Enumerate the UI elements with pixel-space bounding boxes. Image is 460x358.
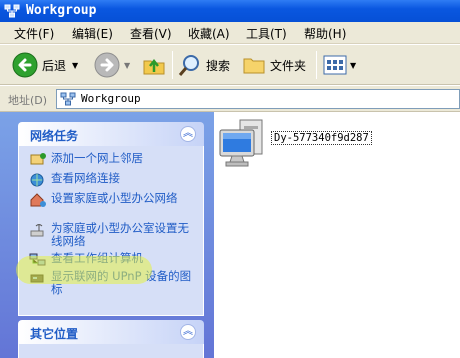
folder-icon — [243, 58, 265, 74]
menu-tools[interactable]: 工具(T) — [246, 25, 287, 42]
task-label: 查看网络连接 — [51, 171, 120, 185]
views-icon — [323, 55, 347, 75]
search-label: 搜索 — [206, 58, 231, 73]
menu-view[interactable]: 查看(V) — [130, 25, 172, 42]
network-icon — [60, 92, 76, 106]
other-places-title: 其它位置 — [30, 327, 79, 341]
address-bar: 地址(D) Workgroup — [0, 86, 460, 112]
content-area: Dy-577340f9d287 — [214, 112, 460, 358]
menu-help[interactable]: 帮助(H) — [304, 25, 346, 42]
address-value: Workgroup — [81, 92, 141, 105]
back-button[interactable]: 后退 ▼ — [12, 50, 78, 80]
network-tasks-body: 添加一个网上邻居 查看网络连接 设置家庭或小型办公网络 为家庭或小型办公室设置无… — [18, 146, 204, 316]
address-label: 地址(D) — [8, 94, 48, 107]
network-tasks-title: 网络任务 — [30, 129, 79, 143]
menu-file[interactable]: 文件(F) — [14, 25, 54, 42]
chevron-down-icon[interactable]: ▼ — [350, 61, 356, 70]
collapse-icon[interactable]: ︽ — [180, 324, 196, 340]
other-places-body — [18, 344, 204, 358]
wireless-network-icon — [30, 224, 44, 237]
menu-edit[interactable]: 编辑(E) — [72, 25, 113, 42]
views-button[interactable]: ▼ — [322, 50, 356, 80]
up-folder-button[interactable] — [142, 50, 166, 80]
task-view-connections[interactable]: 查看网络连接 — [29, 172, 199, 188]
network-connections-icon — [30, 173, 44, 187]
address-field[interactable]: Workgroup — [56, 89, 460, 109]
back-label: 后退 — [42, 58, 67, 73]
task-setup-wireless-network[interactable]: 为家庭或小型办公室设置无线网络 — [29, 222, 199, 248]
computer-icon[interactable] — [218, 118, 272, 170]
task-setup-home-network[interactable]: 设置家庭或小型办公网络 — [29, 192, 199, 208]
chevron-down-icon[interactable]: ▼ — [124, 61, 130, 70]
network-tasks-header[interactable]: 网络任务 ︽ — [18, 122, 204, 146]
toolbar-divider — [172, 51, 173, 79]
search-button[interactable]: 搜索 — [178, 50, 230, 80]
task-add-network-place[interactable]: 添加一个网上邻居 — [29, 152, 199, 168]
task-label: 添加一个网上邻居 — [51, 151, 143, 165]
menu-favorites[interactable]: 收藏(A) — [188, 25, 230, 42]
marker-highlight — [16, 256, 152, 284]
forward-button[interactable]: ▼ — [94, 50, 130, 80]
network-tasks-panel: 网络任务 ︽ 添加一个网上邻居 查看网络连接 设置家庭或小型办公网络 为家庭或小… — [18, 122, 204, 316]
other-places-panel: 其它位置 ︽ — [18, 320, 204, 358]
task-label: 设置家庭或小型办公网络 — [51, 191, 178, 205]
up-folder-icon — [143, 58, 165, 75]
back-arrow-icon — [12, 52, 38, 78]
folders-label: 文件夹 — [270, 58, 307, 73]
computer-name-label[interactable]: Dy-577340f9d287 — [271, 131, 372, 145]
task-pane: 网络任务 ︽ 添加一个网上邻居 查看网络连接 设置家庭或小型办公网络 为家庭或小… — [0, 112, 214, 358]
window-title: Workgroup — [26, 3, 97, 18]
folders-button[interactable]: 文件夹 — [242, 50, 306, 80]
home-network-icon — [30, 193, 46, 207]
menu-bar: 文件(F) 编辑(E) 查看(V) 收藏(A) 工具(T) 帮助(H) — [0, 22, 460, 44]
forward-arrow-icon — [94, 52, 120, 78]
chevron-down-icon[interactable]: ▼ — [72, 61, 78, 70]
task-label: 为家庭或小型办公室设置无线网络 — [51, 221, 189, 248]
toolbar: 后退 ▼ ▼ 搜索 文件夹 ▼ — [0, 45, 460, 85]
search-icon — [178, 55, 199, 76]
title-bar: Workgroup — [0, 0, 460, 22]
other-places-header[interactable]: 其它位置 ︽ — [18, 320, 204, 344]
add-network-place-icon — [30, 153, 46, 165]
toolbar-divider — [316, 51, 317, 79]
collapse-icon[interactable]: ︽ — [180, 126, 196, 142]
network-icon — [4, 4, 20, 18]
